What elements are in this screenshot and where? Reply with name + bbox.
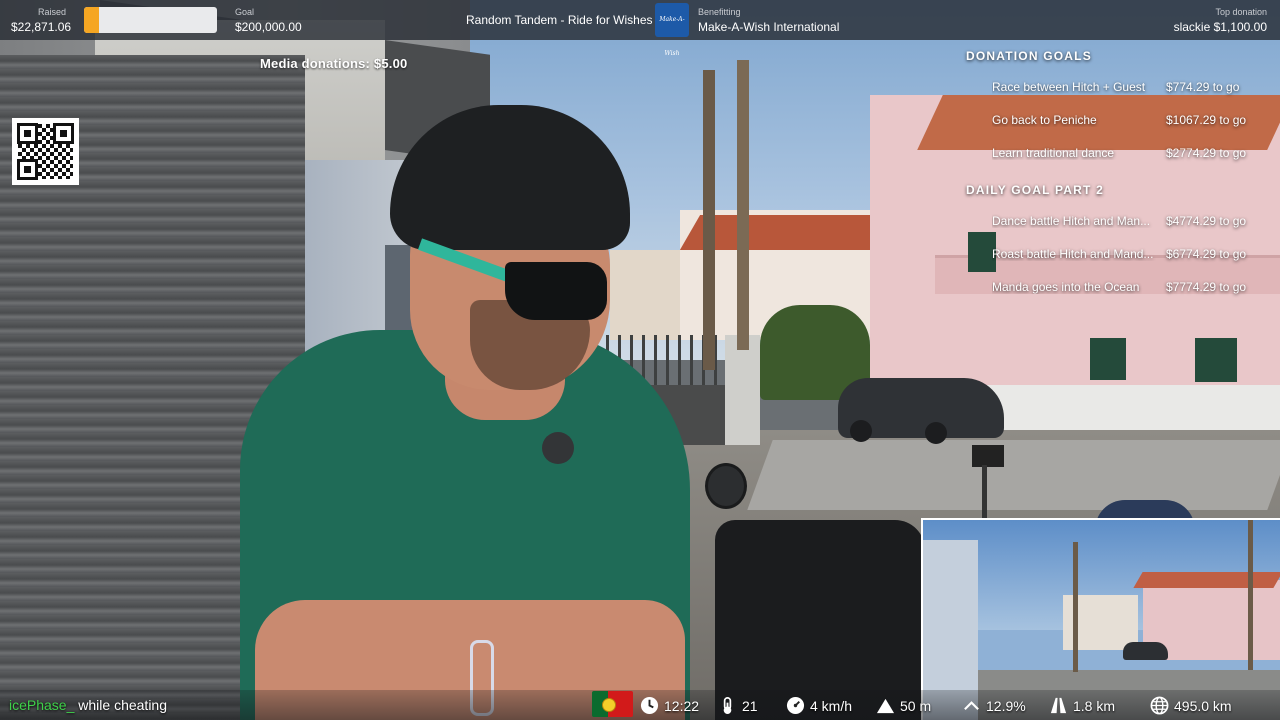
pip-car bbox=[1123, 642, 1168, 660]
goal-amount: $774.29 to go bbox=[1166, 80, 1240, 94]
time-value: 12:22 bbox=[664, 698, 700, 714]
temperature-stat: 21 bbox=[718, 696, 758, 715]
goal-name: Roast battle Hitch and Mand... bbox=[992, 247, 1154, 261]
make-a-wish-logo: Make-A-Wish bbox=[655, 3, 689, 57]
car-wheel bbox=[850, 420, 872, 442]
goal-amount: $4774.29 to go bbox=[1166, 214, 1247, 228]
clock-icon bbox=[640, 696, 659, 715]
goal-name: Go back to Peniche bbox=[992, 113, 1097, 127]
incline-stat: 12.9% bbox=[962, 696, 1026, 715]
background-house bbox=[610, 250, 690, 340]
goal-value: $200,000.00 bbox=[235, 20, 302, 34]
mountain-icon bbox=[876, 698, 895, 714]
total-distance-value: 495.0 km bbox=[1174, 698, 1232, 714]
chat-text: while cheating bbox=[78, 697, 168, 713]
goal-amount: $2774.29 to go bbox=[1166, 146, 1247, 160]
benefitting-label: Benefitting bbox=[698, 7, 741, 17]
media-donations: Media donations: $5.00 bbox=[260, 56, 408, 71]
pip-roof bbox=[1133, 572, 1280, 588]
raised-value: $22,871.06 bbox=[11, 20, 72, 34]
goal-item: Go back to Peniche $1067.29 to go bbox=[992, 113, 1246, 127]
goal-item: Roast battle Hitch and Mand... $6774.29 t… bbox=[992, 247, 1246, 261]
camera-mount bbox=[982, 465, 987, 520]
thermometer-icon bbox=[723, 697, 732, 715]
chat-message: icePhase_ while cheating bbox=[9, 697, 167, 713]
top-donation-label: Top donation bbox=[1215, 7, 1267, 17]
road bbox=[747, 440, 1280, 510]
donation-progress-bar bbox=[84, 7, 217, 33]
goal-name: Learn traditional dance bbox=[992, 146, 1115, 160]
qr-eye bbox=[17, 123, 38, 144]
temperature-value: 21 bbox=[742, 698, 758, 714]
altitude-value: 50 m bbox=[900, 698, 932, 714]
gate-pillar bbox=[725, 335, 760, 445]
chat-username: icePhase_ bbox=[9, 697, 75, 713]
altitude-stat: 50 m bbox=[876, 696, 931, 715]
road-icon bbox=[1050, 697, 1067, 714]
mounted-camera bbox=[972, 445, 1004, 467]
donation-goals-title: DONATION GOALS bbox=[966, 49, 1092, 63]
charity-name: Make-A-Wish International bbox=[698, 20, 840, 34]
daily-goal-title: DAILY GOAL PART 2 bbox=[966, 183, 1104, 197]
utility-pole bbox=[703, 70, 715, 370]
pip-utility-pole bbox=[1073, 542, 1078, 672]
qr-eye bbox=[17, 159, 38, 180]
goal-item: Dance battle Hitch and Man... $4774.29 to… bbox=[992, 214, 1246, 228]
goal-amount: $1067.29 to go bbox=[1166, 113, 1247, 127]
goal-amount: $6774.29 to go bbox=[1166, 247, 1247, 261]
pip-utility-pole bbox=[1248, 520, 1253, 670]
incline-icon bbox=[964, 701, 979, 711]
speed-value: 4 km/h bbox=[810, 698, 853, 714]
distance-stat: 1.8 km bbox=[1049, 696, 1115, 715]
distance-value: 1.8 km bbox=[1073, 698, 1116, 714]
goal-item: Manda goes into the Ocean $7774.29 to go bbox=[992, 280, 1246, 294]
goal-name: Race between Hitch + Guest bbox=[992, 80, 1146, 94]
sunglasses bbox=[505, 262, 607, 320]
time-stat: 12:22 bbox=[640, 696, 699, 715]
qr-code-icon bbox=[12, 118, 79, 185]
top-donation-value: slackie $1,100.00 bbox=[1173, 20, 1267, 34]
stream-title: Random Tandem - Ride for Wishes bbox=[466, 13, 653, 27]
window-shutter bbox=[1090, 338, 1126, 380]
car-wheel bbox=[925, 422, 947, 444]
incline-value: 12.9% bbox=[986, 698, 1026, 714]
lapel-mic bbox=[542, 432, 574, 464]
goal-name: Dance battle Hitch and Man... bbox=[992, 214, 1151, 228]
utility-pole bbox=[737, 60, 749, 350]
flag-emblem bbox=[602, 698, 616, 712]
goal-label: Goal bbox=[235, 7, 255, 17]
portugal-flag-icon bbox=[592, 691, 633, 717]
qr-eye bbox=[53, 123, 74, 144]
raised-label: Raised bbox=[38, 7, 67, 17]
speed-stat: 4 km/h bbox=[786, 696, 852, 715]
donation-top-bar: Raised $22,871.06 Goal $200,000.00 Rando… bbox=[0, 0, 1280, 57]
goal-amount: $7774.29 to go bbox=[1166, 280, 1247, 294]
goal-item: Race between Hitch + Guest $774.29 to go bbox=[992, 80, 1239, 94]
goal-name: Manda goes into the Ocean bbox=[992, 280, 1140, 294]
window-shutter bbox=[1195, 338, 1237, 382]
speedometer-icon bbox=[786, 696, 805, 715]
goal-item: Learn traditional dance $2774.29 to go bbox=[992, 146, 1246, 160]
donation-progress-fill bbox=[84, 7, 100, 33]
bike-mirror bbox=[705, 463, 747, 509]
total-distance-stat: 495.0 km bbox=[1150, 696, 1232, 715]
globe-icon bbox=[1150, 696, 1169, 715]
